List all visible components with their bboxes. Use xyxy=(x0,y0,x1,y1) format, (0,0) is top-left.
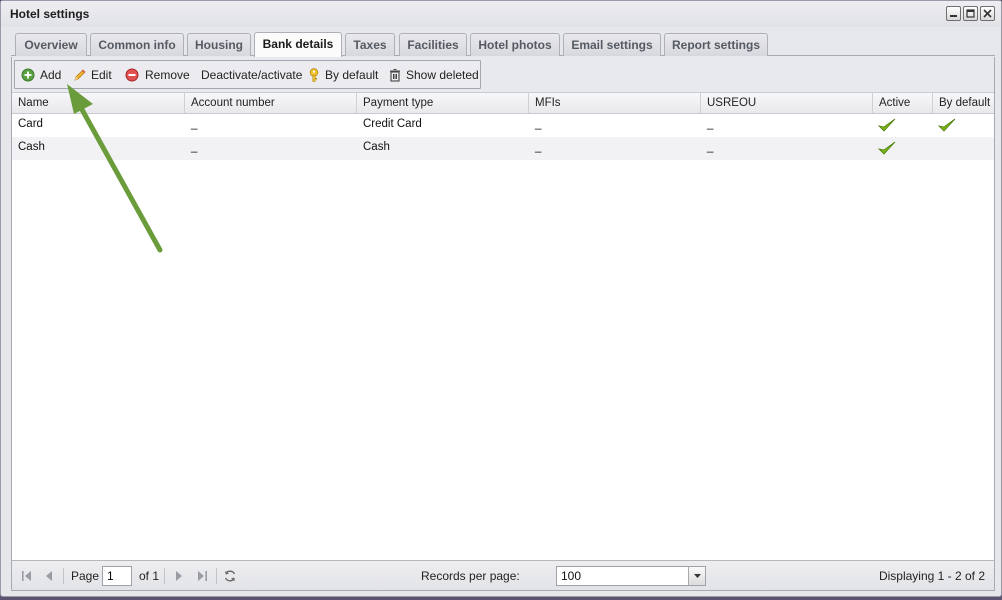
column-header-active[interactable]: Active xyxy=(873,93,933,114)
deactivate-activate-button[interactable]: Deactivate/activate xyxy=(201,65,302,85)
by-default-label: By default xyxy=(325,68,379,82)
deactivate-activate-label: Deactivate/activate xyxy=(201,68,303,82)
column-header-mfis[interactable]: MFIs xyxy=(529,93,701,114)
previous-page-icon[interactable] xyxy=(42,569,56,583)
pager-separator xyxy=(216,568,217,584)
remove-label: Remove xyxy=(145,68,190,82)
page-count-label: of 1 xyxy=(139,569,160,583)
table-row[interactable]: Cash _ Cash _ _ xyxy=(12,137,994,160)
cell-payment-type: Cash xyxy=(363,141,390,153)
tab-facilities[interactable]: Facilities xyxy=(399,33,467,56)
tab-taxes[interactable]: Taxes xyxy=(345,33,395,56)
records-per-page-value: 100 xyxy=(561,569,582,583)
tab-hotel-photos[interactable]: Hotel photos xyxy=(470,33,560,56)
tab-common-info[interactable]: Common info xyxy=(90,33,184,56)
cell-mfis: _ xyxy=(535,141,542,153)
add-icon xyxy=(21,68,35,82)
tab-overview[interactable]: Overview xyxy=(15,33,87,56)
maximize-button[interactable] xyxy=(963,6,978,21)
column-header-name[interactable]: Name xyxy=(12,93,185,114)
minimize-icon xyxy=(950,15,957,17)
remove-button[interactable]: Remove xyxy=(125,65,190,85)
close-icon xyxy=(983,9,992,18)
by-default-button[interactable]: By default xyxy=(307,65,379,85)
close-button[interactable] xyxy=(980,6,995,21)
next-page-icon[interactable] xyxy=(172,569,186,583)
page-label: Page xyxy=(71,569,100,583)
bank-details-panel: Add Edit Remove Deactivate/activate By d… xyxy=(11,57,995,591)
key-icon xyxy=(309,68,319,82)
last-page-icon[interactable] xyxy=(195,569,209,583)
active-check-icon xyxy=(878,141,896,155)
first-page-icon[interactable] xyxy=(20,569,34,583)
column-header-payment-type[interactable]: Payment type xyxy=(357,93,529,114)
cell-usreou: _ xyxy=(707,118,714,130)
trash-icon xyxy=(390,69,400,82)
cell-name: Cash xyxy=(18,141,45,153)
add-label: Add xyxy=(40,68,62,82)
column-header-usreou[interactable]: USREOU xyxy=(701,93,873,114)
pencil-icon xyxy=(74,69,86,81)
remove-icon xyxy=(125,68,139,82)
records-per-page-label: Records per page: xyxy=(421,569,520,583)
tab-bank-details[interactable]: Bank details xyxy=(254,32,342,57)
window-titlebar[interactable]: Hotel settings xyxy=(1,1,1001,27)
tab-housing[interactable]: Housing xyxy=(187,33,251,56)
add-button[interactable]: Add xyxy=(21,65,65,85)
cell-name: Card xyxy=(18,118,43,130)
records-per-page-select[interactable]: 100 xyxy=(556,566,706,586)
page-number-input[interactable] xyxy=(102,566,132,586)
maximize-icon xyxy=(966,9,975,18)
table-row[interactable]: Card _ Credit Card _ _ xyxy=(12,114,994,137)
hotel-settings-window: Hotel settings Overview Common info Hous… xyxy=(0,0,1002,597)
column-header-by-default[interactable]: By default xyxy=(933,93,995,114)
cell-mfis: _ xyxy=(535,118,542,130)
dropdown-trigger[interactable] xyxy=(688,567,705,585)
cell-payment-type: Credit Card xyxy=(363,118,422,130)
chevron-down-icon xyxy=(694,574,701,578)
display-info: Displaying 1 - 2 of 2 xyxy=(878,569,985,583)
by-default-check-icon xyxy=(938,118,956,132)
cell-account-number: _ xyxy=(191,141,198,153)
grid-toolbar: Add Edit Remove Deactivate/activate By d… xyxy=(14,60,481,89)
edit-button[interactable]: Edit xyxy=(73,65,115,85)
edit-label: Edit xyxy=(91,68,112,82)
toolbar-area: Add Edit Remove Deactivate/activate By d… xyxy=(12,57,994,92)
window-controls xyxy=(946,6,995,21)
cell-account-number: _ xyxy=(191,118,198,130)
tab-email-settings[interactable]: Email settings xyxy=(563,33,661,56)
cell-usreou: _ xyxy=(707,141,714,153)
active-check-icon xyxy=(878,118,896,132)
tab-report-settings[interactable]: Report settings xyxy=(664,33,768,56)
pagination-bar: Page of 1 Records per page: 100 Displayi… xyxy=(12,560,994,590)
show-deleted-button[interactable]: Show deleted xyxy=(388,65,479,85)
settings-tabs: Overview Common info Housing Bank detail… xyxy=(11,30,995,57)
pager-separator xyxy=(164,568,165,584)
pager-separator xyxy=(63,568,64,584)
window-title: Hotel settings xyxy=(10,7,90,21)
refresh-icon[interactable] xyxy=(223,569,237,583)
show-deleted-label: Show deleted xyxy=(406,68,479,82)
column-header-account-number[interactable]: Account number xyxy=(185,93,357,114)
grid-header: Name Account number Payment type MFIs US… xyxy=(12,92,994,114)
minimize-button[interactable] xyxy=(946,6,961,21)
